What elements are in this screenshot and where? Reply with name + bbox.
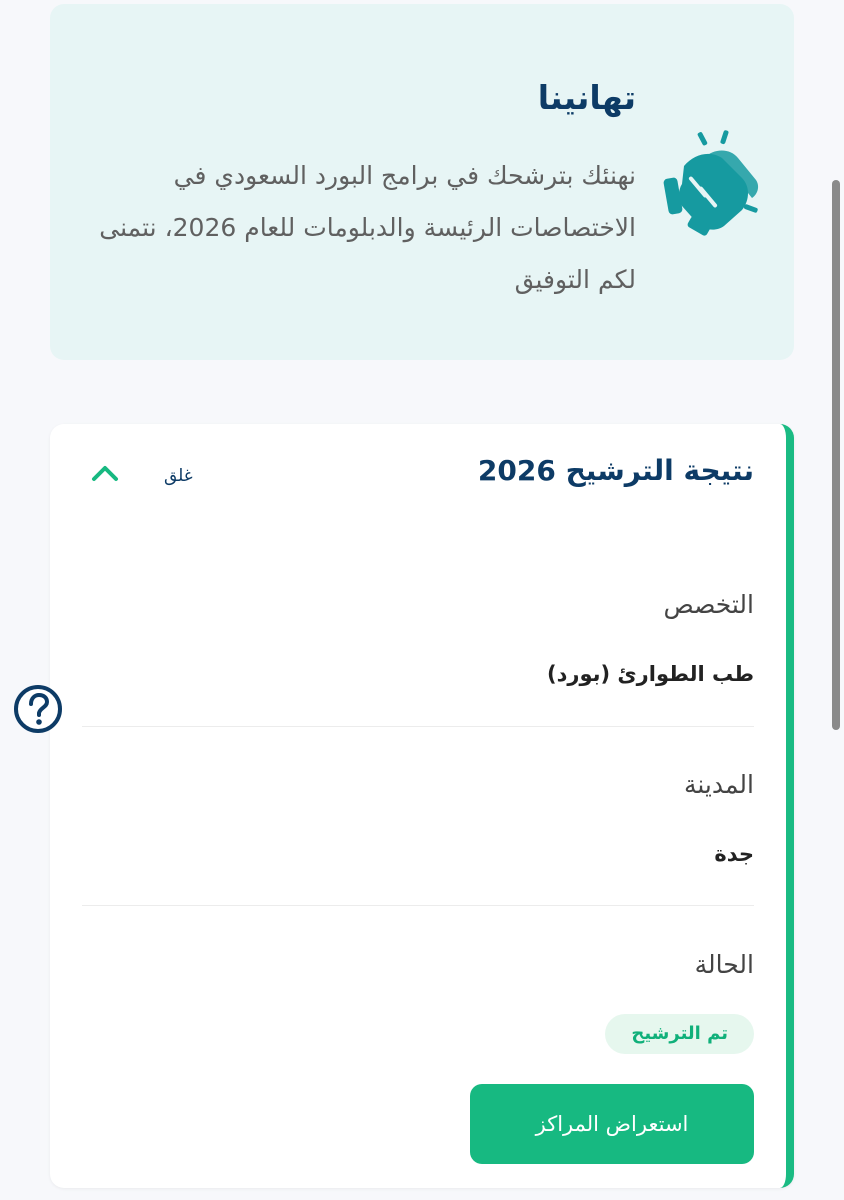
city-value: جدة [714,842,754,866]
city-label: المدينة [683,770,754,799]
help-icon[interactable] [12,683,64,735]
scrollbar-thumb[interactable] [832,180,840,730]
chevron-up-icon[interactable] [90,462,120,484]
card-title: نتيجة الترشيح 2026 [477,454,754,487]
specialty-label: التخصص [663,590,754,619]
close-button[interactable]: غلق [164,466,193,486]
congrats-message: نهنئك بترشحك في برامج البورد السعودي في … [99,161,636,294]
congrats-title: تهانينا [537,78,636,117]
view-centers-button[interactable]: استعراض المراكز [470,1084,754,1164]
congratulations-banner: تهانينا نهنئك بترشحك في برامج البورد الس… [50,4,794,360]
divider [82,905,754,906]
status-label: الحالة [694,950,754,979]
divider [82,726,754,727]
nomination-result-card: نتيجة الترشيح 2026 غلق التخصص طب الطوارئ… [50,424,794,1188]
specialty-value: طب الطوارئ (بورد) [547,662,754,686]
clapping-hands-icon [663,130,759,236]
status-badge: تم الترشيح [605,1014,754,1054]
